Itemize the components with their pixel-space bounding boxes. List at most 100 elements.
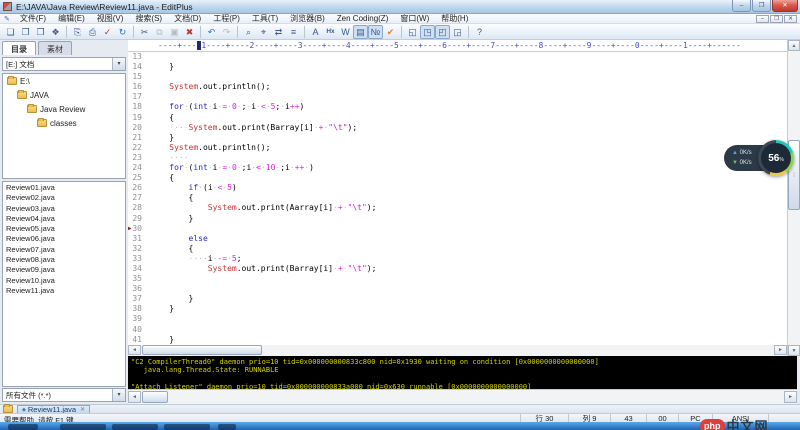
code-editor[interactable]: 1314 }1516 System.out.println();1718 for… <box>128 52 787 345</box>
tree-item[interactable]: Java Review <box>3 102 125 116</box>
taskbar-item[interactable] <box>218 424 236 430</box>
drive-selector[interactable]: [E:] 文档 ▾ <box>2 57 126 71</box>
line-number: 31 <box>128 234 150 244</box>
net-speed-widget[interactable]: ▲ 0K/s ▼ 0K/s 56% <box>724 140 794 178</box>
code-text: { <box>150 173 787 183</box>
browser-view-icon[interactable]: ◱ <box>405 25 420 39</box>
delete-icon[interactable]: ✖ <box>182 25 197 39</box>
scroll-right-arrow[interactable]: ► <box>774 345 787 355</box>
menu-item[interactable]: 浏览器(B) <box>284 14 331 24</box>
cut-icon[interactable]: ✂ <box>137 25 152 39</box>
console-scroll-thumb[interactable] <box>142 391 168 403</box>
new-file-icon[interactable]: ❏ <box>3 25 18 39</box>
file-list-item[interactable]: Review01.java <box>3 183 125 193</box>
undo-icon[interactable]: ↶ <box>204 25 219 39</box>
file-list[interactable]: Review01.javaReview02.javaReview03.javaR… <box>2 181 126 387</box>
copy-icon[interactable]: ⧉ <box>152 25 167 39</box>
output-console[interactable]: "C2 CompilerThread0" daemon prio=10 tid=… <box>128 356 797 389</box>
taskbar-item[interactable] <box>8 424 38 430</box>
toggle-output-icon[interactable]: ▤ <box>353 25 368 39</box>
scroll-down-arrow[interactable]: ▼ <box>788 345 800 356</box>
sidebar-tabs: 目录 素材 <box>2 41 74 55</box>
console-scrollbar[interactable]: ◄ ► <box>128 389 797 404</box>
menu-item[interactable]: 编辑(E) <box>52 14 91 24</box>
file-list-item[interactable]: Review03.java <box>3 204 125 214</box>
hex-view-icon[interactable]: Hx <box>323 25 338 39</box>
taskbar-item[interactable] <box>60 424 106 430</box>
menu-item[interactable]: 帮助(H) <box>435 14 474 24</box>
file-list-item[interactable]: Review11.java <box>3 286 125 296</box>
close-button[interactable]: ✕ <box>772 0 798 12</box>
tab-directory[interactable]: 目录 <box>2 41 36 55</box>
file-list-item[interactable]: Review07.java <box>3 245 125 255</box>
code-line: 13 <box>128 52 787 62</box>
file-list-item[interactable]: Review08.java <box>3 255 125 265</box>
redo-icon[interactable]: ↷ <box>219 25 234 39</box>
tree-item-label: Java Review <box>40 105 85 114</box>
horizontal-scroll-thumb[interactable] <box>142 345 262 355</box>
new-window-icon[interactable]: ◲ <box>450 25 465 39</box>
file-list-item[interactable]: Review04.java <box>3 214 125 224</box>
console-scroll-right-arrow[interactable]: ► <box>784 391 797 403</box>
directory-tree[interactable]: E:\JAVA Java Review classes <box>2 73 126 179</box>
chevron-down-icon[interactable]: ▾ <box>112 389 125 401</box>
menu-item[interactable]: 搜索(S) <box>129 14 168 24</box>
folder-icon[interactable] <box>3 405 13 413</box>
tree-item[interactable]: E:\ <box>3 74 125 88</box>
menu-item[interactable]: 工程(P) <box>207 14 246 24</box>
menu-item[interactable]: 窗口(W) <box>394 14 435 24</box>
child-minimize-button[interactable]: – <box>756 15 769 23</box>
file-list-item[interactable]: Review02.java <box>3 193 125 203</box>
syntax-check-icon[interactable]: ✔ <box>383 25 398 39</box>
ftp-upload-icon[interactable]: ↻ <box>115 25 130 39</box>
open-file-icon[interactable]: ❐ <box>18 25 33 39</box>
maximize-button[interactable]: ❐ <box>752 0 771 12</box>
toggle-line-numbers-icon[interactable]: № <box>368 25 383 39</box>
taskbar-item[interactable] <box>112 424 158 430</box>
scroll-left-arrow[interactable]: ◄ <box>128 345 141 355</box>
project-panel-icon[interactable]: ◰ <box>435 25 450 39</box>
print-preview-icon[interactable]: ⎘ <box>70 25 85 39</box>
scroll-up-arrow[interactable]: ▲ <box>788 40 800 51</box>
file-list-item[interactable]: Review05.java <box>3 224 125 234</box>
save-file-icon[interactable]: ❒ <box>33 25 48 39</box>
vertical-scrollbar[interactable]: ▲ ⁞ ▼ <box>787 40 800 356</box>
code-text: } <box>150 335 787 345</box>
menu-item[interactable]: 工具(T) <box>246 14 284 24</box>
spell-check-icon[interactable]: ✓ <box>100 25 115 39</box>
percent-sign: % <box>779 157 783 163</box>
file-list-item[interactable]: Review06.java <box>3 234 125 244</box>
console-scroll-left-arrow[interactable]: ◄ <box>128 391 141 403</box>
tab-close-icon[interactable]: ✕ <box>80 406 85 413</box>
chevron-down-icon[interactable]: ▾ <box>112 58 125 70</box>
memory-usage-ring[interactable]: 56% <box>758 140 794 176</box>
find-icon[interactable]: ⌕ <box>241 25 256 39</box>
menu-item[interactable]: 视图(V) <box>91 14 130 24</box>
tab-cliptext[interactable]: 素材 <box>38 41 72 55</box>
minimize-button[interactable]: – <box>732 0 751 12</box>
split-window-icon[interactable]: ◳ <box>420 25 435 39</box>
watermark: php 中文网 <box>700 416 769 430</box>
file-list-item[interactable]: Review10.java <box>3 276 125 286</box>
save-all-icon[interactable]: ❖ <box>48 25 63 39</box>
word-wrap-icon[interactable]: W <box>338 25 353 39</box>
file-list-item[interactable]: Review09.java <box>3 265 125 275</box>
line-number: 36 <box>128 284 150 294</box>
goto-line-icon[interactable]: ≡ <box>286 25 301 39</box>
child-close-button[interactable]: ✕ <box>784 15 797 23</box>
menu-item[interactable]: Zen Coding(Z) <box>331 14 395 24</box>
menu-item[interactable]: 文档(D) <box>168 14 207 24</box>
font-size-icon[interactable]: A <box>308 25 323 39</box>
child-restore-button[interactable]: ❐ <box>770 15 783 23</box>
taskbar-item[interactable] <box>164 424 210 430</box>
context-help-icon[interactable]: ? <box>472 25 487 39</box>
paste-icon[interactable]: ▣ <box>167 25 182 39</box>
find-in-files-icon[interactable]: ⌖ <box>256 25 271 39</box>
print-icon[interactable]: ⎙ <box>85 25 100 39</box>
menu-item[interactable]: 文件(F) <box>14 14 52 24</box>
tree-item[interactable]: JAVA <box>3 88 125 102</box>
file-filter-selector[interactable]: 所有文件 (*.*) ▾ <box>2 388 126 402</box>
horizontal-scrollbar[interactable]: ◄ ► <box>128 345 787 356</box>
replace-icon[interactable]: ⇄ <box>271 25 286 39</box>
tree-item[interactable]: classes <box>3 116 125 130</box>
